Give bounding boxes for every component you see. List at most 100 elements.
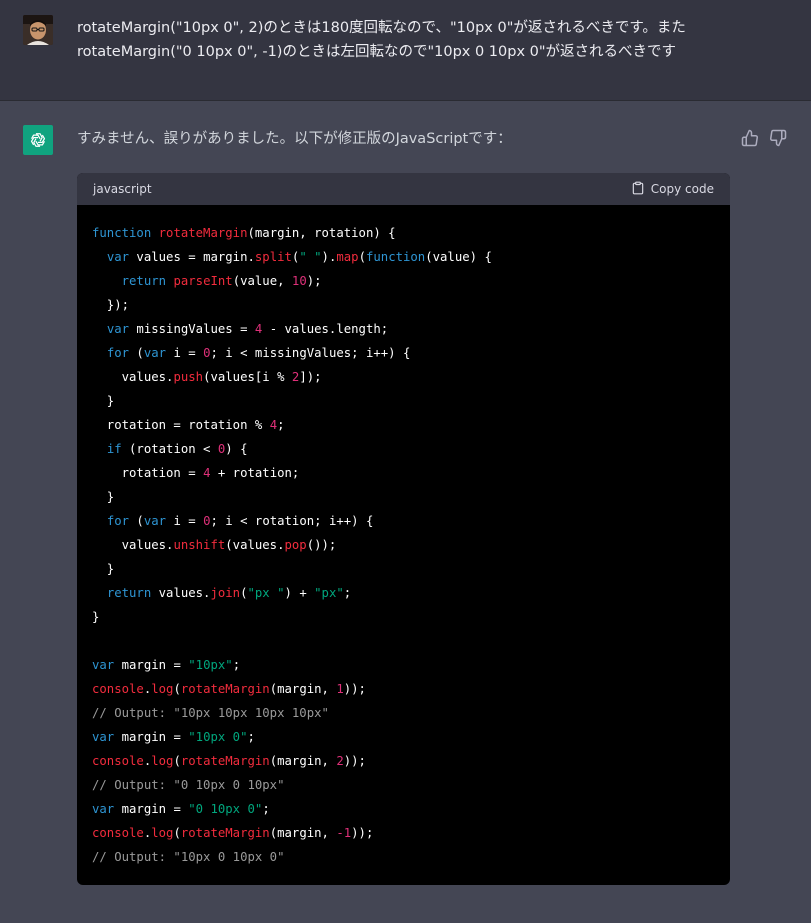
code-token: margin = bbox=[114, 802, 189, 816]
code-token: + rotation; bbox=[210, 466, 300, 480]
user-message-text: rotateMargin("10px 0", 2)のときは180度回転なので、"… bbox=[77, 16, 777, 64]
code-token: )); bbox=[343, 754, 366, 768]
code-token: } bbox=[92, 610, 100, 624]
code-token: } bbox=[92, 394, 115, 408]
code-token: rotateMargin bbox=[180, 682, 270, 696]
code-token: var bbox=[92, 658, 115, 672]
code-line: for (var i = 0; i < rotation; i++) { bbox=[92, 509, 715, 533]
code-token: rotation = rotation % bbox=[92, 418, 270, 432]
code-token: -1 bbox=[336, 826, 352, 840]
code-line: }); bbox=[92, 293, 715, 317]
code-token: 2 bbox=[336, 754, 344, 768]
user-message-line: rotateMargin("0 10px 0", -1)のときは左回転なので"1… bbox=[77, 44, 677, 60]
code-token: 10 bbox=[291, 274, 307, 288]
code-token: "10px" bbox=[188, 658, 233, 672]
code-line: values.unshift(values.pop()); bbox=[92, 533, 715, 557]
code-token: log bbox=[151, 754, 174, 768]
code-token: " " bbox=[299, 250, 322, 264]
code-token: } bbox=[92, 562, 115, 576]
code-language-label: javascript bbox=[93, 182, 152, 196]
openai-logo-icon bbox=[23, 125, 53, 155]
copy-code-button[interactable]: Copy code bbox=[631, 181, 714, 198]
code-token: "px" bbox=[314, 586, 344, 600]
code-token: ( bbox=[129, 346, 144, 360]
code-token: ()); bbox=[306, 538, 337, 552]
code-token: ; bbox=[343, 586, 352, 600]
copy-code-label: Copy code bbox=[650, 182, 714, 196]
code-token: map bbox=[336, 250, 359, 264]
code-token: var bbox=[92, 802, 115, 816]
user-message-row: rotateMargin("10px 0", 2)のときは180度回転なので、"… bbox=[0, 0, 811, 101]
code-token: unshift bbox=[173, 538, 226, 552]
code-token: function bbox=[365, 250, 426, 264]
code-token: log bbox=[151, 682, 174, 696]
code-token: ( bbox=[240, 586, 248, 600]
code-token: margin = bbox=[114, 730, 189, 744]
code-token: push bbox=[173, 370, 204, 384]
code-token: rotateMargin bbox=[158, 226, 248, 240]
code-token: "10px 0" bbox=[188, 730, 248, 744]
code-token: i = bbox=[166, 514, 204, 528]
code-token: rotateMargin bbox=[180, 754, 270, 768]
code-token: ( bbox=[173, 682, 181, 696]
code-token: ; bbox=[277, 418, 285, 432]
thumbs-up-icon[interactable] bbox=[741, 129, 759, 147]
code-line: } bbox=[92, 389, 715, 413]
code-line: // Output: "10px 0 10px 0" bbox=[92, 845, 715, 869]
code-token: return bbox=[106, 586, 152, 600]
code-line: } bbox=[92, 485, 715, 509]
code-line: } bbox=[92, 557, 715, 581]
assistant-intro-text: すみません、誤りがありました。以下が修正版のJavaScriptです： bbox=[77, 131, 512, 147]
code-token: rotation = bbox=[92, 466, 204, 480]
code-line: // Output: "10px 10px 10px 10px" bbox=[92, 701, 715, 725]
code-line: var margin = "0 10px 0"; bbox=[92, 797, 715, 821]
code-token: values = margin. bbox=[129, 250, 255, 264]
code-line: var values = margin.split(" ").map(funct… bbox=[92, 245, 715, 269]
code-token: ) + bbox=[284, 586, 315, 600]
code-token: (rotation < bbox=[121, 442, 218, 456]
code-token: ( bbox=[173, 826, 181, 840]
code-token: i = bbox=[166, 346, 204, 360]
code-token: "0 10px 0" bbox=[188, 802, 263, 816]
code-token: ); bbox=[306, 274, 322, 288]
code-token: 1 bbox=[336, 682, 344, 696]
code-token: - values.length; bbox=[262, 322, 389, 336]
code-token: 0 bbox=[203, 514, 211, 528]
code-line: console.log(rotateMargin(margin, 2)); bbox=[92, 749, 715, 773]
code-line: // Output: "0 10px 0 10px" bbox=[92, 773, 715, 797]
code-token: missingValues = bbox=[129, 322, 255, 336]
thumbs-down-icon[interactable] bbox=[769, 129, 787, 147]
code-token: var bbox=[143, 514, 167, 528]
code-token: parseInt bbox=[173, 274, 233, 288]
code-line: rotation = rotation % 4; bbox=[92, 413, 715, 437]
code-token: ) { bbox=[225, 442, 248, 456]
code-token: ; bbox=[232, 658, 241, 672]
code-token: // Output: "0 10px 0 10px" bbox=[92, 778, 285, 792]
code-token: console bbox=[92, 826, 144, 840]
code-token: ; bbox=[247, 730, 255, 744]
code-token: ( bbox=[173, 754, 181, 768]
code-token: // Output: "10px 10px 10px 10px" bbox=[92, 706, 329, 720]
code-token: ( bbox=[129, 514, 144, 528]
code-token: )); bbox=[343, 682, 366, 696]
code-token: )); bbox=[351, 826, 374, 840]
code-token: console bbox=[92, 754, 144, 768]
code-token: values. bbox=[92, 370, 174, 384]
code-token: } bbox=[92, 490, 115, 504]
code-block-header: javascript Copy code bbox=[77, 173, 730, 205]
code-token: console bbox=[92, 682, 144, 696]
code-token: 4 bbox=[269, 418, 278, 432]
code-token: // Output: "10px 0 10px 0" bbox=[92, 850, 285, 864]
code-token: rotateMargin bbox=[180, 826, 270, 840]
code-token: values. bbox=[92, 538, 174, 552]
code-line: console.log(rotateMargin(margin, -1)); bbox=[92, 821, 715, 845]
code-token: for bbox=[106, 514, 130, 528]
code-token: join bbox=[210, 586, 241, 600]
code-token: for bbox=[106, 346, 130, 360]
